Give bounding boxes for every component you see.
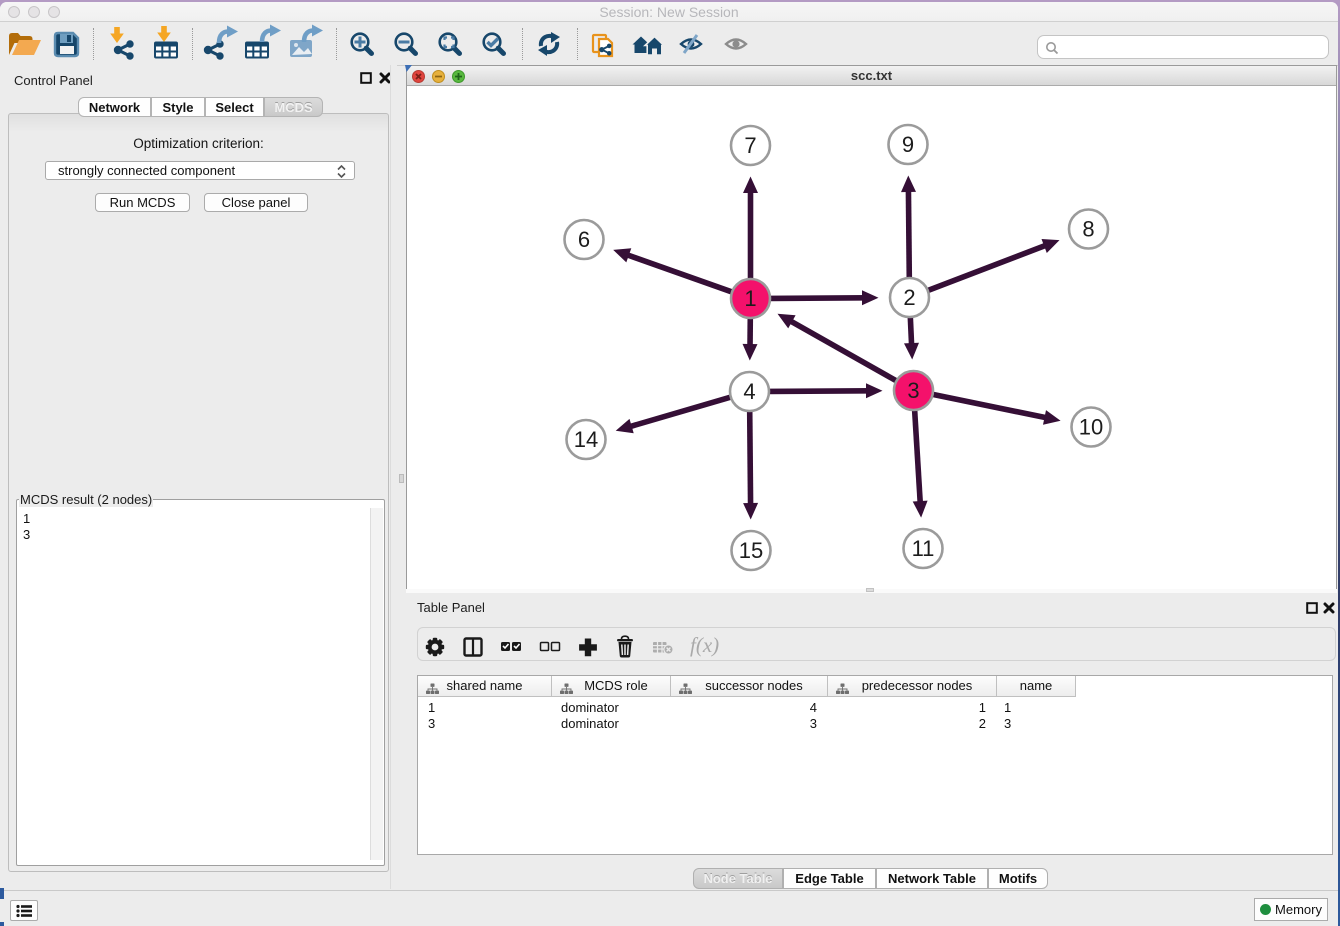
svg-text:14: 14 — [574, 427, 598, 452]
svg-text:3: 3 — [907, 378, 919, 403]
svg-text:15: 15 — [739, 538, 763, 563]
svg-text:7: 7 — [744, 133, 756, 158]
svg-text:9: 9 — [902, 132, 914, 157]
svg-text:2: 2 — [903, 285, 915, 310]
svg-text:11: 11 — [912, 536, 935, 561]
svg-text:1: 1 — [744, 286, 756, 311]
svg-text:10: 10 — [1079, 415, 1103, 440]
svg-text:4: 4 — [743, 379, 755, 404]
svg-text:8: 8 — [1082, 217, 1094, 242]
svg-text:6: 6 — [578, 227, 590, 252]
